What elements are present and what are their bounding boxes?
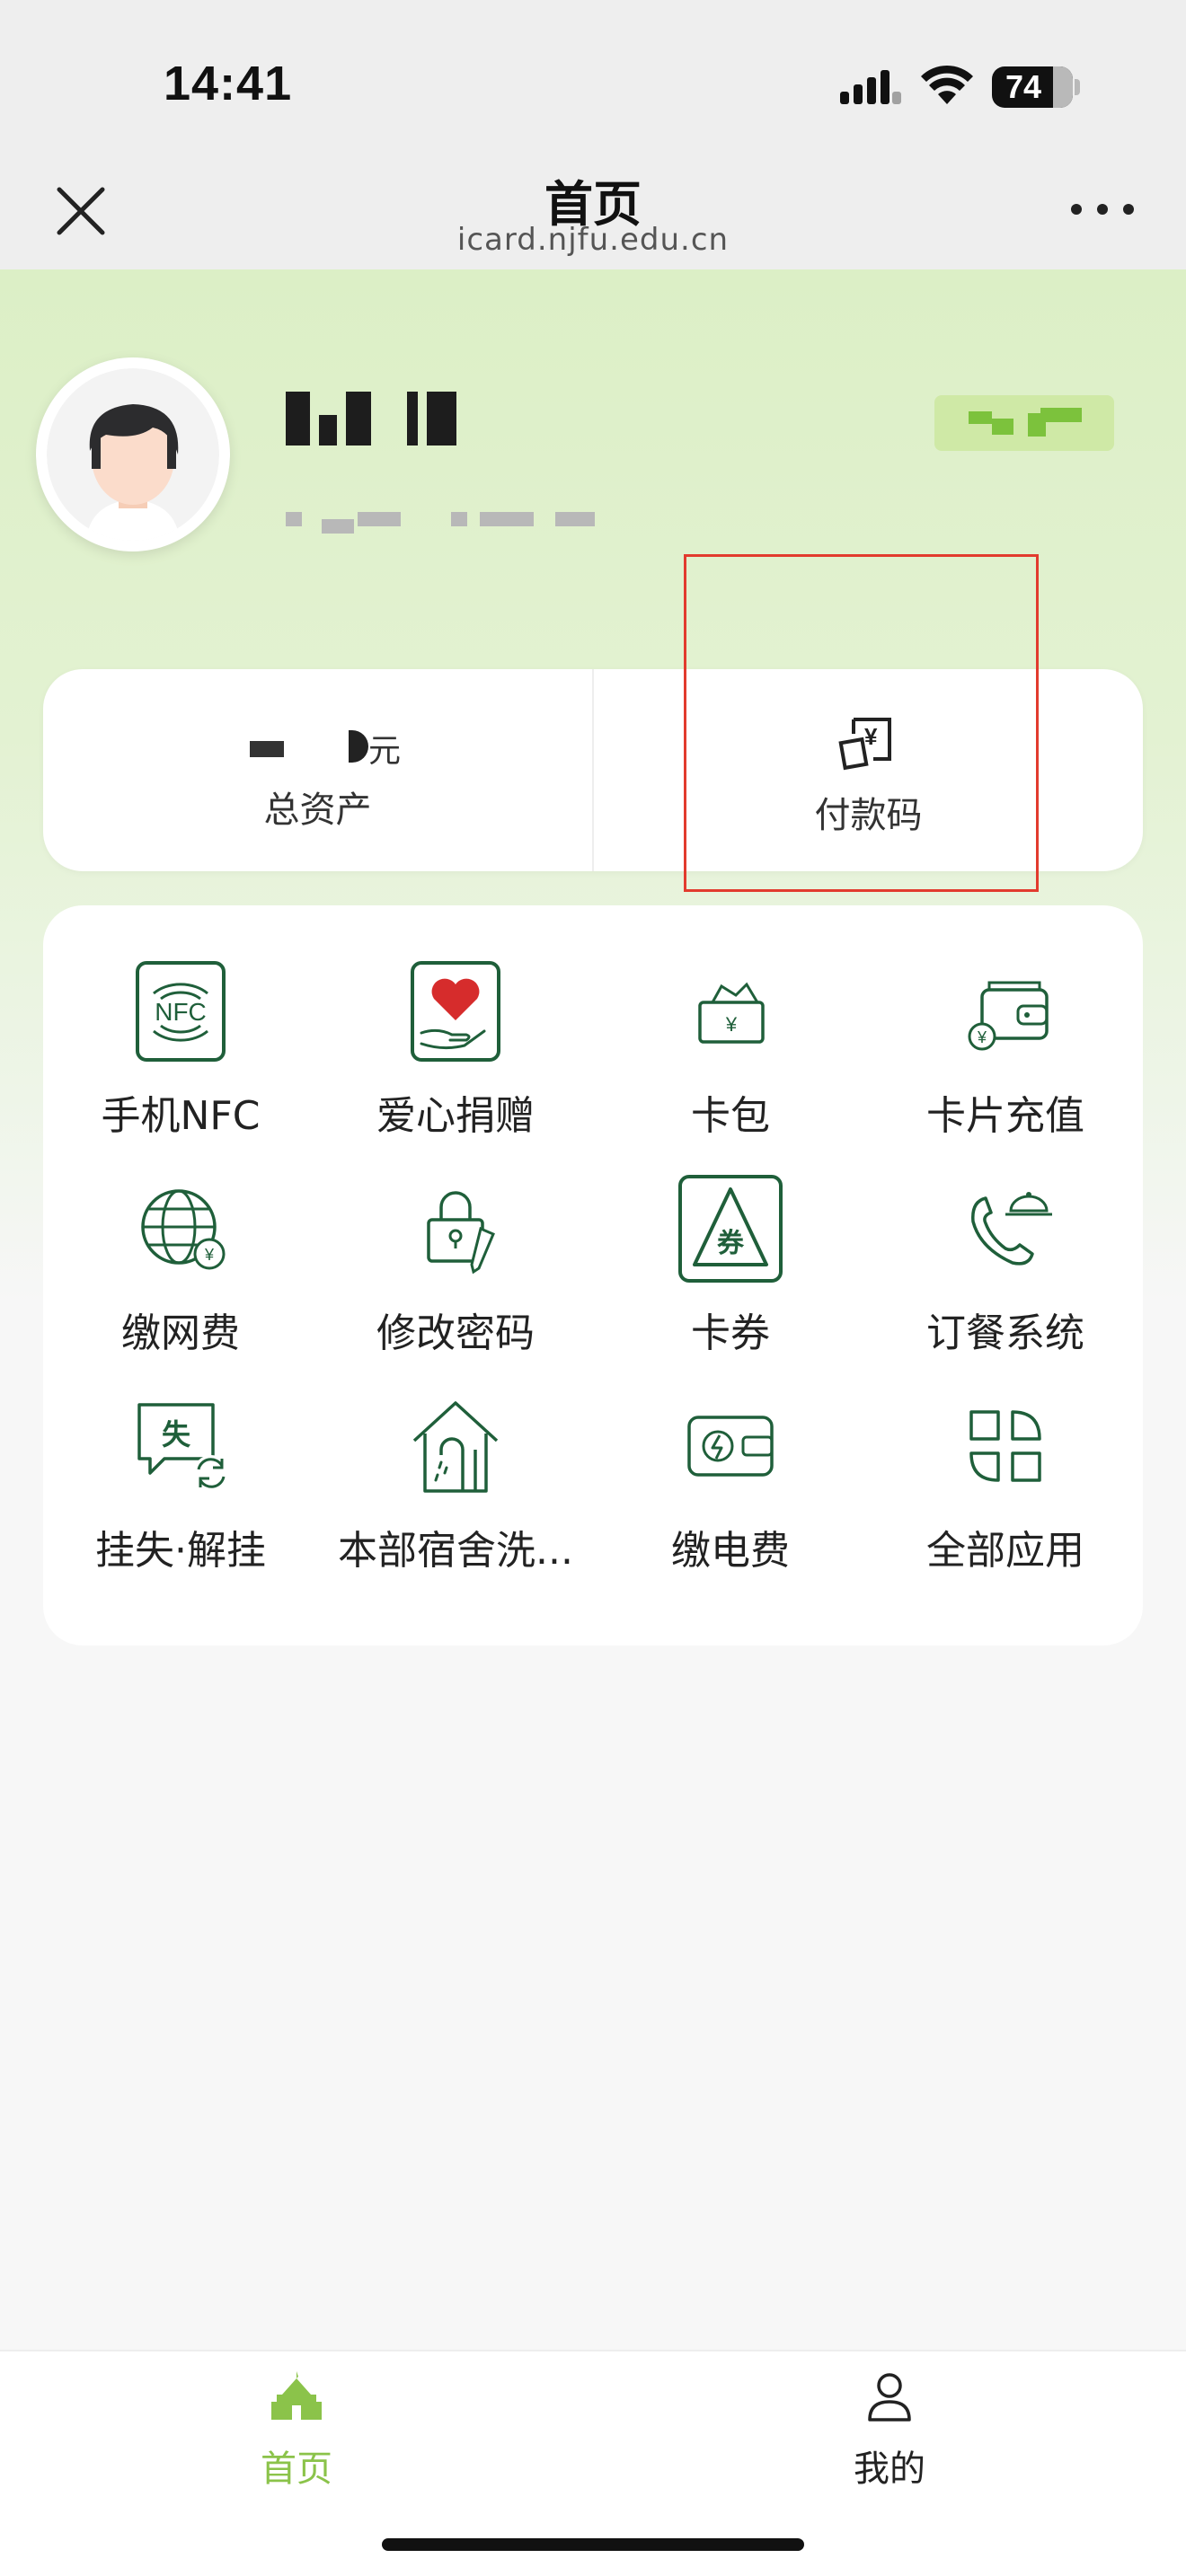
app-label: 卡包 xyxy=(691,1093,770,1139)
tab-label-home: 首页 xyxy=(261,2448,332,2490)
total-assets[interactable]: 元 总资产 xyxy=(43,669,592,871)
app-electricity-fee[interactable]: 缴电费 xyxy=(593,1365,868,1574)
app-label: 缴网费 xyxy=(121,1310,240,1356)
status-bar: 14:41 74 xyxy=(0,0,1186,148)
app-recharge[interactable]: ¥ 卡片充值 xyxy=(868,931,1143,1139)
app-label: 卡片充值 xyxy=(926,1093,1084,1139)
card-wallet-icon: ¥ xyxy=(698,982,765,1044)
app-label: 本部宿舍洗... xyxy=(338,1528,573,1574)
page-url: icard.njfu.edu.cn xyxy=(456,222,730,258)
meal-order-icon xyxy=(971,1192,1052,1266)
profile-icon xyxy=(868,2373,911,2422)
user-id-redacted xyxy=(286,501,609,537)
avatar-face-icon xyxy=(47,368,219,541)
app-donation[interactable]: 爱心捐赠 xyxy=(318,931,593,1139)
asset-card: 元 总资产 ¥ 付款码 xyxy=(43,669,1143,871)
app-label: 订餐系统 xyxy=(926,1310,1084,1356)
apps-grid: NFC 手机NFC 爱心捐赠 ¥ 卡包 ¥ 卡片充值 ¥ 缴网费 修改密码 券 … xyxy=(43,905,1143,1645)
app-meal-order[interactable]: 订餐系统 xyxy=(868,1148,1143,1356)
payment-code-label: 付款码 xyxy=(814,795,923,836)
asset-amount: 元 xyxy=(250,725,429,770)
app-dorm-laundry[interactable]: 本部宿舍洗... xyxy=(318,1365,593,1574)
app-label: 手机NFC xyxy=(101,1093,261,1139)
app-coupon[interactable]: 券 卡券 xyxy=(593,1148,868,1356)
battery-nub xyxy=(1075,79,1080,95)
battery-level: 74 xyxy=(1005,68,1042,105)
nfc-icon: NFC xyxy=(136,961,226,1062)
wifi-icon xyxy=(921,65,973,104)
svg-text:券: 券 xyxy=(717,1228,745,1259)
svg-text:¥: ¥ xyxy=(725,1013,738,1036)
lock-edit-icon xyxy=(427,1191,495,1275)
network-fee-icon: ¥ xyxy=(141,1189,226,1270)
app-network-fee[interactable]: ¥ 缴网费 xyxy=(43,1148,318,1356)
recharge-wallet-icon: ¥ xyxy=(968,981,1049,1051)
app-card-wallet[interactable]: ¥ 卡包 xyxy=(593,931,868,1139)
user-name-redacted xyxy=(286,388,456,449)
all-apps-icon xyxy=(969,1410,1041,1482)
app-label: 卡券 xyxy=(691,1310,770,1356)
svg-text:¥: ¥ xyxy=(864,723,878,750)
home-icon xyxy=(271,2371,322,2420)
tab-profile[interactable]: 我的 xyxy=(593,2351,1186,2513)
home-indicator xyxy=(382,2538,804,2551)
more-icon[interactable] xyxy=(1071,200,1134,218)
coupon-icon: 券 xyxy=(678,1175,783,1283)
svg-text:NFC: NFC xyxy=(155,998,207,1026)
app-label: 缴电费 xyxy=(671,1528,790,1574)
app-report-loss[interactable]: 失 挂失·解挂 xyxy=(43,1365,318,1574)
payment-code-icon: ¥ xyxy=(838,718,891,771)
app-all-apps[interactable]: 全部应用 xyxy=(868,1365,1143,1574)
app-nfc[interactable]: NFC 手机NFC xyxy=(43,931,318,1139)
tab-label-profile: 我的 xyxy=(854,2448,925,2490)
avatar[interactable] xyxy=(36,357,230,551)
nav-bar: 首页 icard.njfu.edu.cn xyxy=(0,148,1186,269)
dorm-laundry-icon xyxy=(412,1401,499,1493)
tab-home[interactable]: 首页 xyxy=(0,2351,593,2513)
app-label: 挂失·解挂 xyxy=(95,1528,266,1574)
payment-code-button[interactable]: ¥ 付款码 xyxy=(594,669,1143,871)
donation-heart-icon xyxy=(411,961,500,1062)
asset-label: 总资产 xyxy=(263,790,372,831)
signal-icon xyxy=(840,70,901,104)
app-label: 爱心捐赠 xyxy=(376,1093,535,1139)
report-loss-icon: 失 xyxy=(137,1403,229,1491)
app-label: 全部应用 xyxy=(926,1528,1084,1574)
svg-text:¥: ¥ xyxy=(977,1028,987,1046)
electricity-fee-icon xyxy=(687,1416,774,1477)
app-label: 修改密码 xyxy=(376,1310,535,1356)
user-tag-redacted xyxy=(934,395,1114,451)
status-time: 14:41 xyxy=(164,57,293,110)
svg-text:失: 失 xyxy=(162,1417,191,1451)
asset-unit: 元 xyxy=(368,733,402,770)
battery-icon: 74 xyxy=(992,66,1073,108)
app-change-password[interactable]: 修改密码 xyxy=(318,1148,593,1356)
svg-text:¥: ¥ xyxy=(204,1246,215,1264)
